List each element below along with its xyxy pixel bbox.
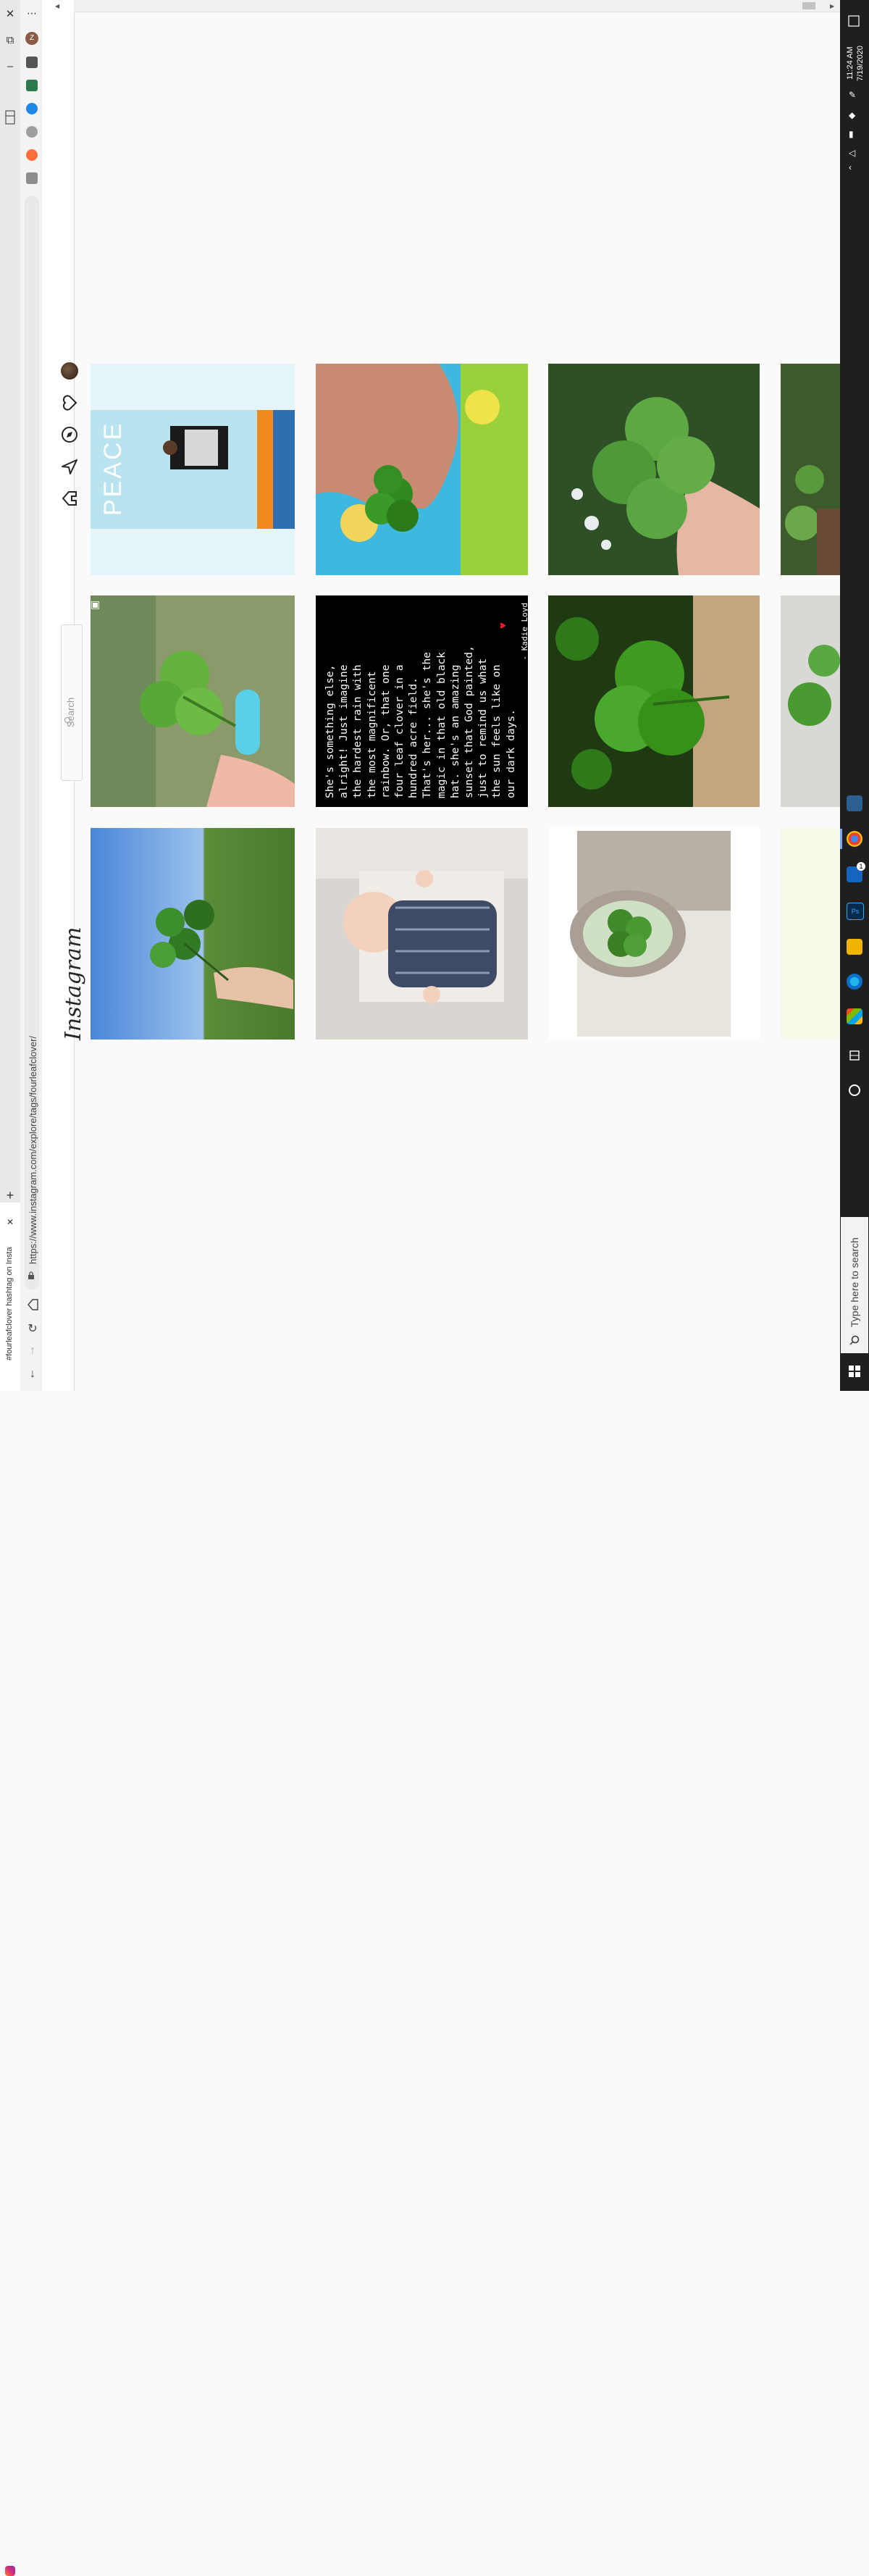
post-tile[interactable] <box>548 828 760 1040</box>
photoshop-app-icon[interactable]: Ps <box>847 903 864 920</box>
file-explorer-icon[interactable] <box>847 939 862 955</box>
close-tab-button[interactable]: ✕ <box>3 1217 17 1227</box>
volume-icon[interactable]: ◁ <box>849 148 859 158</box>
hand-holding-clover-photo <box>316 364 528 575</box>
quote-post-tile[interactable]: She's something else, alright! Just imagi… <box>316 595 528 807</box>
home-icon[interactable] <box>26 1298 39 1311</box>
quote-line: sunset that God painted, <box>463 645 476 798</box>
scroll-left-arrow-icon[interactable]: ◀ <box>55 3 59 9</box>
post-tile[interactable]: ▣ <box>91 595 295 807</box>
home-nav-icon[interactable] <box>61 490 78 507</box>
red-heart-icon: ♥ <box>497 622 509 629</box>
quote-line: the sun feels like on <box>490 664 503 798</box>
clover-pendant-photo <box>548 828 760 1040</box>
taskbar-search-placeholder: Type here to search <box>849 1237 860 1327</box>
post-tile[interactable] <box>91 828 295 1040</box>
post-tile[interactable] <box>548 364 760 575</box>
quote-line: rainbow. Or, that one <box>379 664 392 798</box>
quote-line: the hardest rain with <box>351 664 364 798</box>
taskbar-search-icon <box>849 1334 860 1346</box>
lock-icon <box>28 1271 35 1279</box>
instagram-logo[interactable]: Instagram <box>61 927 86 1040</box>
explore-compass-icon[interactable] <box>61 426 78 443</box>
window-restore-button[interactable]: ⧉ <box>3 33 17 48</box>
post-tile[interactable] <box>781 595 840 807</box>
taskbar-date[interactable]: 7/19/2020 <box>856 46 865 81</box>
sidebar-toggle-icon[interactable] <box>3 110 17 125</box>
extension-circle-icon[interactable] <box>26 126 38 138</box>
taskbar-time[interactable]: 11:24 AM <box>846 46 855 80</box>
profile-avatar[interactable]: Z <box>25 32 38 45</box>
horizontal-scrollbar[interactable] <box>74 0 840 12</box>
quote-line: hundred acre field. <box>407 677 420 798</box>
edge-app-icon[interactable] <box>847 974 862 990</box>
extension-blue-icon[interactable] <box>26 103 38 114</box>
quote-line: four leaf clover in a <box>393 664 406 798</box>
windows-start-icon[interactable] <box>848 1365 861 1378</box>
quote-line: hat. she's an amazing <box>448 664 461 798</box>
windows-taskbar <box>840 0 869 1391</box>
three-leaf-clover-photo <box>91 595 295 807</box>
dropbox-icon[interactable]: ◆ <box>849 110 859 120</box>
task-view-icon[interactable] <box>848 1049 861 1062</box>
direct-message-icon[interactable] <box>61 458 78 475</box>
back-icon[interactable]: ↓ <box>26 1368 39 1381</box>
pen-icon[interactable]: ✎ <box>849 90 859 100</box>
scroll-right-arrow-icon[interactable]: ▶ <box>830 3 834 9</box>
profile-avatar-nav[interactable] <box>61 362 78 380</box>
settings-app-icon[interactable] <box>847 795 862 811</box>
quote-line: That's her... she's the <box>421 651 434 798</box>
partial-clover-photo <box>781 595 840 807</box>
post-overlay-text: PEACE <box>99 421 127 516</box>
search-icon <box>64 716 72 725</box>
post-tile[interactable] <box>781 364 840 575</box>
post-tile[interactable] <box>316 364 528 575</box>
post-tile[interactable] <box>548 595 760 807</box>
window-minimize-button[interactable]: – <box>3 59 17 74</box>
show-hidden-icons-chevron-icon[interactable]: ‹ <box>849 162 859 172</box>
chrome-app-icon[interactable] <box>847 831 862 847</box>
activity-heart-icon[interactable] <box>61 394 78 411</box>
cortana-icon[interactable] <box>848 1084 861 1097</box>
forward-icon[interactable]: ↑ <box>26 1345 39 1358</box>
browser-menu-button[interactable]: ⋯ <box>25 7 39 22</box>
quote-line: magic in that old black <box>434 651 448 798</box>
post-tile[interactable] <box>316 828 528 1040</box>
extension-g-icon[interactable] <box>26 172 38 184</box>
tab-strip: ✕ ⧉ – + <box>0 0 21 1391</box>
notification-badge: 1 <box>857 862 865 871</box>
extensions-puzzle-icon[interactable] <box>26 57 38 68</box>
multi-photo-icon: ▣ <box>91 598 101 610</box>
partial-light-photo <box>781 828 840 1040</box>
quote-line: alright! Just imagine <box>337 664 350 798</box>
new-tab-button[interactable]: + <box>3 1188 17 1203</box>
battery-icon[interactable]: ▮ <box>849 129 859 139</box>
active-tab[interactable]: ✕ #fourleafclover hashtag on Insta <box>0 1203 21 2576</box>
extension-orange-icon[interactable] <box>26 149 38 161</box>
quote-line: She's something else, <box>324 664 336 798</box>
post-tile[interactable] <box>781 828 840 1040</box>
notification-center-icon[interactable] <box>847 14 860 28</box>
window-close-button[interactable]: ✕ <box>3 7 17 22</box>
store-app-icon[interactable] <box>847 1008 862 1024</box>
quote-line: just to remind us what <box>477 658 490 798</box>
clover-field-photo <box>91 828 295 1040</box>
quote-line: the most magnificent <box>365 671 378 798</box>
extension-image-icon[interactable] <box>26 80 38 91</box>
instagram-favicon-icon <box>5 2566 15 2576</box>
baby-overalls-photo <box>316 828 528 1040</box>
quote-line: - Kadie Loyd <box>519 603 528 660</box>
post-tile[interactable]: PEACE <box>91 364 295 575</box>
scrollbar-thumb[interactable] <box>802 2 815 9</box>
partial-garden-photo <box>781 364 840 575</box>
tab-title: #fourleafclover hashtag on Insta <box>5 1247 14 1360</box>
quote-text: She's something else, alright! Just imagi… <box>323 603 528 798</box>
reload-icon[interactable]: ↻ <box>26 1321 39 1335</box>
url-text[interactable]: https://www.instagram.com/explore/tags/f… <box>28 1036 38 1264</box>
quote-line: our dark days. <box>504 708 517 798</box>
four-leaf-clover-closeup-photo <box>548 364 760 575</box>
shamrock-leaves-photo <box>548 595 760 807</box>
active-app-indicator <box>840 829 842 849</box>
